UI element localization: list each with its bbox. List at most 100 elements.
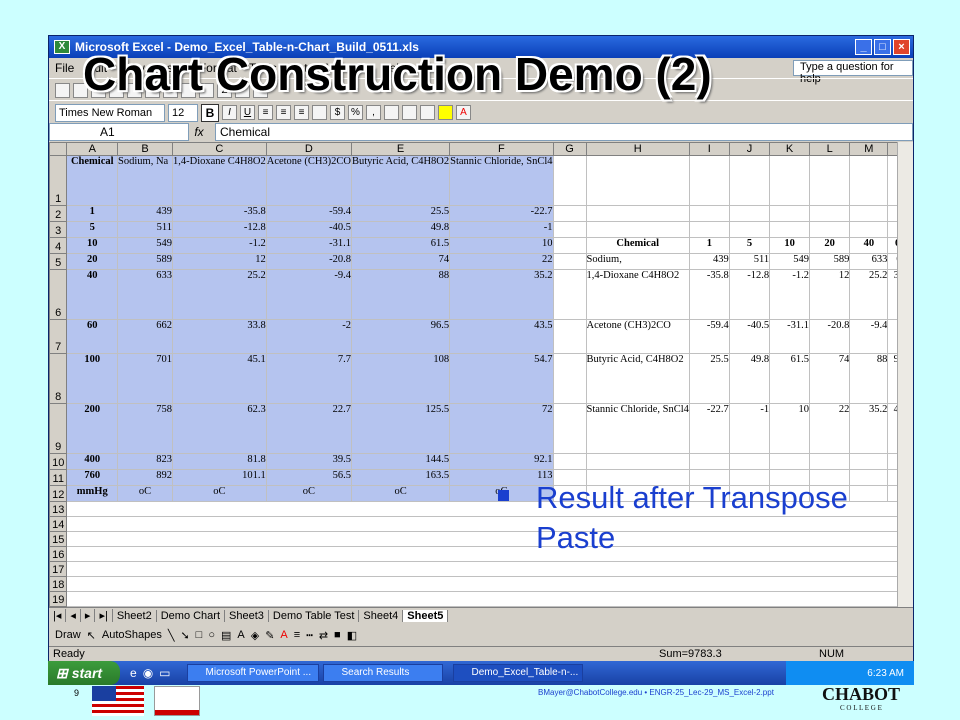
line-style-icon[interactable]: ≡ xyxy=(294,629,300,641)
column-header[interactable]: L xyxy=(808,142,851,156)
cell[interactable]: 892 xyxy=(117,469,173,486)
cell[interactable] xyxy=(688,453,730,470)
cell[interactable]: -59.4 xyxy=(688,319,730,354)
tab-sheet2[interactable]: Sheet2 xyxy=(113,609,157,622)
cell[interactable]: 20 xyxy=(808,237,851,254)
cell[interactable]: -40.5 xyxy=(265,221,353,238)
tab-nav-first-icon[interactable]: |◂ xyxy=(49,609,67,622)
row-header[interactable]: 14 xyxy=(49,516,68,532)
cell[interactable]: 60 xyxy=(66,319,119,354)
increase-decimal-icon[interactable] xyxy=(384,105,399,120)
cell[interactable]: -9.4 xyxy=(265,269,353,320)
font-size-select[interactable]: 12 xyxy=(168,103,198,122)
cell[interactable] xyxy=(688,221,730,238)
cell[interactable]: 1,4-Dioxane C4H8O2 xyxy=(171,155,267,206)
column-header[interactable]: B xyxy=(117,142,173,156)
cell[interactable]: 1 xyxy=(66,205,119,222)
quicklaunch-ie-icon[interactable]: e xyxy=(130,666,137,680)
row-header[interactable]: 7 xyxy=(49,319,68,354)
cell[interactable] xyxy=(585,155,690,206)
cell[interactable]: 125.5 xyxy=(351,403,451,454)
cell[interactable] xyxy=(552,155,587,206)
row-header[interactable]: 2 xyxy=(49,205,68,222)
formula-input[interactable]: Chemical xyxy=(215,123,913,141)
cell[interactable] xyxy=(769,453,810,470)
3d-icon[interactable]: ◧ xyxy=(347,629,357,642)
cell[interactable]: Butyric Acid, C4H8O2 xyxy=(585,353,690,404)
cell[interactable]: 10 xyxy=(769,403,810,454)
select-objects-icon[interactable]: ↖ xyxy=(87,629,96,642)
cell[interactable]: Sodium, xyxy=(585,253,690,270)
cell[interactable] xyxy=(728,221,771,238)
cell[interactable]: 439 xyxy=(117,205,173,222)
cell[interactable]: 40 xyxy=(849,237,889,254)
minimize-button[interactable]: _ xyxy=(855,39,872,55)
cell[interactable]: 100 xyxy=(66,353,119,404)
cell[interactable]: 7.7 xyxy=(265,353,353,404)
row-header[interactable]: 16 xyxy=(49,546,68,562)
task-powerpoint[interactable]: Microsoft PowerPoint ... xyxy=(186,664,319,682)
cell[interactable]: -22.7 xyxy=(449,205,554,222)
align-left-icon[interactable]: ≡ xyxy=(258,105,273,120)
cell[interactable] xyxy=(769,205,810,222)
cell[interactable]: 25.2 xyxy=(171,269,267,320)
align-center-icon[interactable]: ≡ xyxy=(276,105,291,120)
quicklaunch-folder-icon[interactable]: ▭ xyxy=(159,666,170,680)
row-header[interactable]: 15 xyxy=(49,531,68,547)
cell[interactable]: 633 xyxy=(849,253,889,270)
cell[interactable]: 662 xyxy=(117,319,173,354)
column-header[interactable]: A xyxy=(66,142,119,156)
cell[interactable]: 54.7 xyxy=(449,353,554,404)
cell[interactable]: -20.8 xyxy=(265,253,353,270)
cell[interactable]: 45.1 xyxy=(171,353,267,404)
cell[interactable]: 10 xyxy=(769,237,810,254)
cell[interactable]: 61.5 xyxy=(769,353,810,404)
cell[interactable]: 88 xyxy=(351,269,451,320)
cell[interactable]: -20.8 xyxy=(808,319,851,354)
font-color-draw-icon[interactable]: A xyxy=(280,629,287,641)
select-all-corner[interactable] xyxy=(49,142,68,156)
cell[interactable] xyxy=(849,453,889,470)
tab-sheet5[interactable]: Sheet5 xyxy=(403,609,449,622)
tab-nav-next-icon[interactable]: ▸ xyxy=(81,609,96,622)
row-header[interactable]: 12 xyxy=(49,485,68,502)
cell[interactable]: oC xyxy=(351,485,451,502)
column-header[interactable]: C xyxy=(171,142,267,156)
cell[interactable]: -35.8 xyxy=(171,205,267,222)
tab-sheet4[interactable]: Sheet4 xyxy=(359,609,404,622)
start-button[interactable]: ⊞ start xyxy=(48,661,120,685)
font-name-select[interactable]: Times New Roman xyxy=(55,103,165,122)
cell[interactable]: -35.8 xyxy=(688,269,730,320)
cell[interactable]: -40.5 xyxy=(728,319,771,354)
cell[interactable]: oC xyxy=(171,485,267,502)
row-header[interactable]: 17 xyxy=(49,561,68,577)
close-button[interactable]: × xyxy=(893,39,910,55)
cell[interactable]: -59.4 xyxy=(265,205,353,222)
cell[interactable] xyxy=(585,453,690,470)
cell[interactable]: 35.2 xyxy=(849,403,889,454)
cell[interactable]: 760 xyxy=(66,469,119,486)
row-header[interactable]: 11 xyxy=(49,469,68,486)
vertical-scrollbar[interactable] xyxy=(897,142,913,607)
cell[interactable]: 439 xyxy=(688,253,730,270)
cell[interactable]: oC xyxy=(265,485,353,502)
cell[interactable]: 5 xyxy=(728,237,771,254)
cell[interactable]: 22 xyxy=(808,403,851,454)
column-header[interactable]: F xyxy=(449,142,554,156)
comma-icon[interactable]: , xyxy=(366,105,381,120)
cell[interactable] xyxy=(849,155,889,206)
cell[interactable] xyxy=(808,155,851,206)
cell[interactable] xyxy=(728,453,771,470)
cell[interactable]: 589 xyxy=(808,253,851,270)
cell[interactable]: -31.1 xyxy=(769,319,810,354)
column-header[interactable]: M xyxy=(849,142,889,156)
cell[interactable]: Acetone (CH3)2CO xyxy=(265,155,353,206)
cell[interactable]: Chemical xyxy=(66,155,119,206)
column-header[interactable]: J xyxy=(728,142,771,156)
cell[interactable] xyxy=(552,319,587,354)
cell[interactable] xyxy=(769,221,810,238)
cell[interactable]: 96.5 xyxy=(351,319,451,354)
row-header[interactable]: 9 xyxy=(49,403,68,454)
cell[interactable]: -12.8 xyxy=(171,221,267,238)
fill-color-draw-icon[interactable]: ◈ xyxy=(251,629,259,642)
